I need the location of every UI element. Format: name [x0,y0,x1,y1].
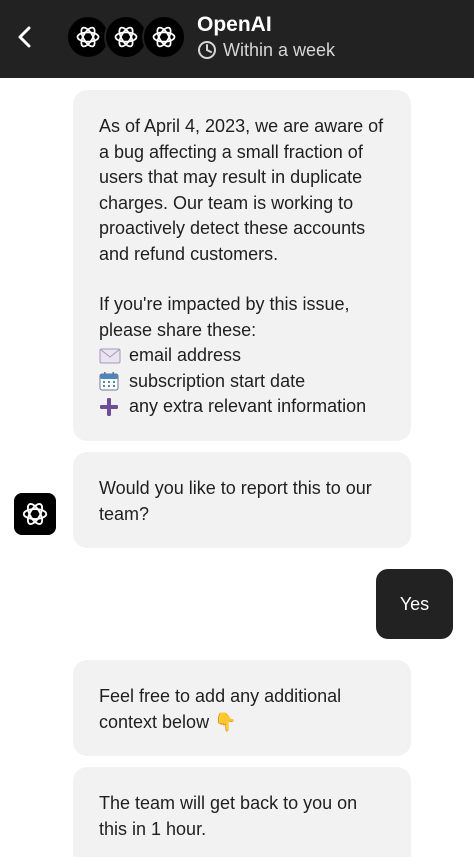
status-text: Within a week [223,39,336,60]
message-text: Yes [399,593,430,614]
user-reply-bubble: Yes [376,569,453,639]
bot-message: As of April 4, 2023, we are aware of a b… [73,90,411,441]
openai-logo-icon [22,503,48,525]
clock-icon [198,41,216,59]
message-text: As of April 4, 2023, we are aware of a b… [99,116,384,264]
response-time-status: Within a week [197,39,335,61]
back-button[interactable] [8,20,42,54]
openai-logo-icon [114,26,138,48]
bot-message: Feel free to add any additional context … [73,660,411,756]
bot-message: The team will get back to you on this in… [73,767,411,857]
team-avatars[interactable] [66,15,186,59]
openai-logo-icon [152,26,176,48]
list-item: email address [99,343,385,369]
message-text: If you're impacted by this issue, please… [99,294,350,340]
avatar [142,15,186,59]
list-item: subscription start date [99,369,385,395]
bot-message: Would you like to report this to our tea… [73,452,411,548]
message-text: The team will get back to you on this in… [99,793,358,839]
bot-avatar [14,493,56,535]
chevron-left-icon [18,26,31,48]
message-text: Feel free to add any additional context … [99,686,342,732]
chat-title: OpenAI [197,13,272,36]
envelope-icon [99,348,121,364]
plus-icon [100,397,118,416]
message-text: Would you like to report this to our tea… [99,478,372,524]
list-item: any extra relevant information [99,394,385,420]
chat-header: OpenAI Within a week [0,0,474,78]
calendar-icon [99,372,119,391]
openai-logo-icon [76,26,100,48]
